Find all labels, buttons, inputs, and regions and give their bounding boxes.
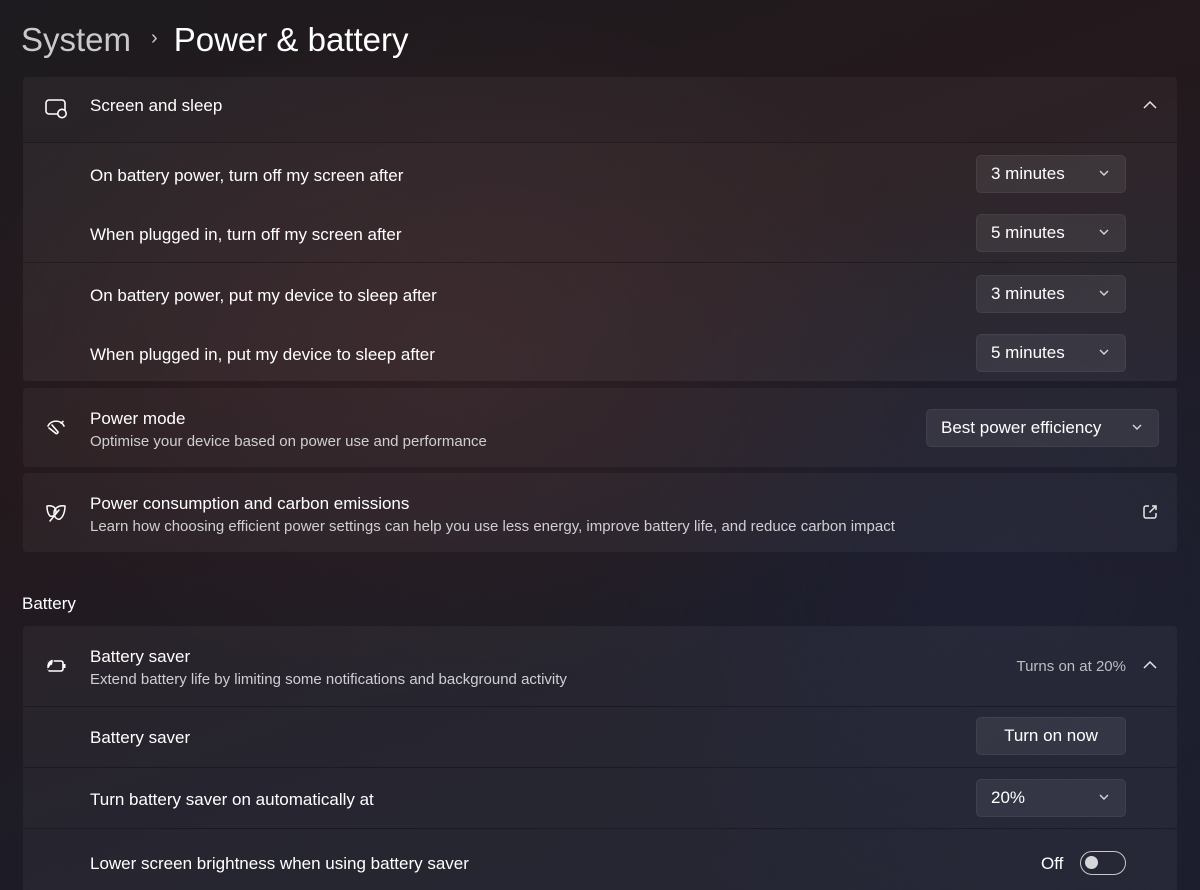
sleep-group: On battery power, put my device to sleep… xyxy=(23,262,1177,381)
battery-section-label: Battery xyxy=(22,594,76,613)
chevron-up-icon[interactable] xyxy=(1141,96,1159,114)
screen-and-sleep-card: Screen and sleep On battery power, turn … xyxy=(23,77,1177,381)
dropdown-value: 5 minutes xyxy=(991,343,1065,362)
battery-saver-header[interactable]: Battery saver Extend battery life by lim… xyxy=(23,626,1177,706)
dropdown-value: 5 minutes xyxy=(991,223,1065,242)
screen-sleep-icon xyxy=(43,95,69,121)
battery-saver-title: Battery saver xyxy=(90,647,191,666)
breadcrumb-system-link[interactable]: System xyxy=(21,18,131,62)
dropdown-value: Best power efficiency xyxy=(941,418,1102,437)
power-consumption-subtitle: Learn how choosing efficient power setti… xyxy=(90,518,895,535)
screen-and-sleep-header[interactable]: Screen and sleep xyxy=(23,77,1177,142)
power-mode-gauge-icon xyxy=(43,414,69,440)
battery-saver-subtitle: Extend battery life by limiting some not… xyxy=(90,671,567,688)
dropdown-value: 20% xyxy=(991,788,1026,807)
battery-saver-icon xyxy=(43,653,69,679)
battery-saver-card: Battery saver Extend battery life by lim… xyxy=(23,626,1177,890)
chevron-down-icon xyxy=(1099,229,1109,235)
row-label: When plugged in, put my device to sleep … xyxy=(90,345,435,364)
battery-saver-status: Turns on at 20% xyxy=(1016,658,1126,675)
lower-brightness-toggle[interactable] xyxy=(1080,851,1126,875)
chevron-up-icon[interactable] xyxy=(1141,656,1159,674)
chevron-down-icon xyxy=(1099,794,1109,800)
chevron-down-icon xyxy=(1099,349,1109,355)
plugged-sleep-dropdown[interactable]: 5 minutes xyxy=(976,334,1126,372)
breadcrumb: System › Power & battery xyxy=(21,18,408,62)
battery-saver-threshold-dropdown[interactable]: 20% xyxy=(976,779,1126,817)
row-label: Turn battery saver on automatically at xyxy=(90,790,374,809)
power-mode-title: Power mode xyxy=(90,409,186,428)
toggle-state-label: Off xyxy=(1041,854,1064,873)
row-label: Lower screen brightness when using batte… xyxy=(90,854,469,873)
battery-saver-now-row: Battery saver Turn on now xyxy=(23,706,1177,767)
power-mode-card: Power mode Optimise your device based on… xyxy=(23,388,1177,467)
power-consumption-title: Power consumption and carbon emissions xyxy=(90,494,410,513)
chevron-down-icon xyxy=(1099,170,1109,176)
power-mode-dropdown[interactable]: Best power efficiency xyxy=(926,409,1159,447)
open-external-icon[interactable] xyxy=(1141,503,1159,521)
battery-sleep-dropdown[interactable]: 3 minutes xyxy=(976,275,1126,313)
screen-and-sleep-title: Screen and sleep xyxy=(90,96,223,115)
battery-saver-brightness-row: Lower screen brightness when using batte… xyxy=(23,828,1177,890)
row-label: When plugged in, turn off my screen afte… xyxy=(90,225,402,244)
row-label: Battery saver xyxy=(90,728,191,747)
chevron-down-icon xyxy=(1132,424,1142,430)
chevron-down-icon xyxy=(1099,290,1109,296)
row-label: On battery power, put my device to sleep… xyxy=(90,286,437,305)
chevron-right-icon: › xyxy=(151,27,158,49)
leaf-icon xyxy=(43,500,69,526)
power-mode-subtitle: Optimise your device based on power use … xyxy=(90,433,487,450)
page-title: Power & battery xyxy=(173,21,409,58)
power-consumption-card[interactable]: Power consumption and carbon emissions L… xyxy=(23,473,1177,552)
screen-off-group: On battery power, turn off my screen aft… xyxy=(23,142,1177,262)
dropdown-value: 3 minutes xyxy=(991,164,1065,183)
plugged-screen-off-dropdown[interactable]: 5 minutes xyxy=(976,214,1126,252)
row-label: On battery power, turn off my screen aft… xyxy=(90,166,404,185)
toggle-knob xyxy=(1085,856,1098,869)
dropdown-value: 3 minutes xyxy=(991,284,1065,303)
turn-on-now-button[interactable]: Turn on now xyxy=(976,717,1126,755)
battery-screen-off-dropdown[interactable]: 3 minutes xyxy=(976,155,1126,193)
battery-saver-auto-row: Turn battery saver on automatically at 2… xyxy=(23,767,1177,828)
